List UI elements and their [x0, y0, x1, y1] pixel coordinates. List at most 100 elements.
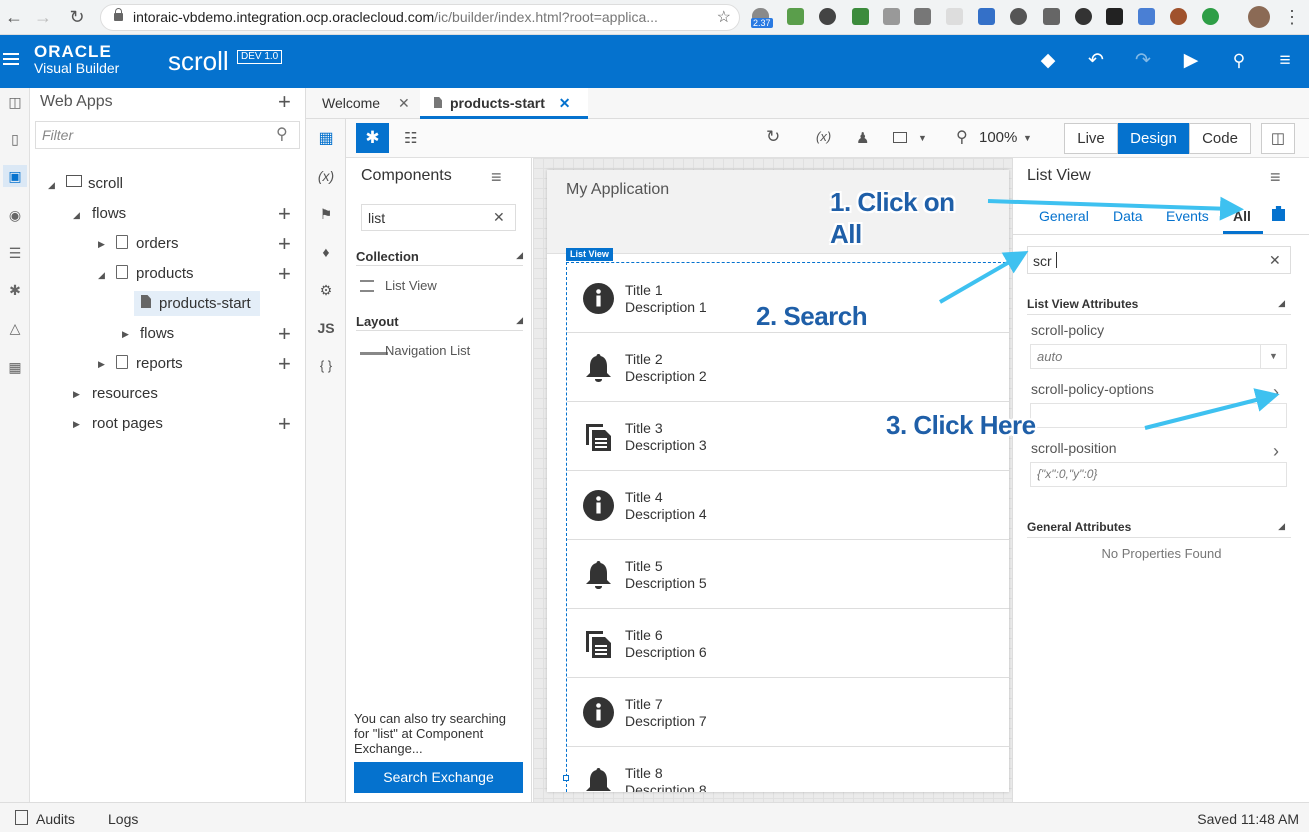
structure-icon[interactable]: ☷ — [404, 129, 417, 147]
tree-item-scroll[interactable]: scroll — [88, 175, 123, 192]
page-designer-icon[interactable]: ▦ — [314, 127, 338, 151]
tree-item-flows[interactable]: flows — [92, 205, 126, 222]
add-web-app-button[interactable]: + — [278, 91, 291, 113]
components-icon[interactable]: ✱ — [3, 279, 27, 301]
extension-icon[interactable] — [1202, 8, 1219, 25]
business-objects-icon[interactable]: ☰ — [3, 242, 27, 264]
collapse-arrow-icon[interactable]: ◢ — [98, 270, 105, 281]
add-page-button[interactable]: + — [278, 263, 291, 285]
extension-icon[interactable] — [819, 8, 836, 25]
extension-icon[interactable] — [946, 8, 963, 25]
clear-search-icon[interactable]: ✕ — [493, 209, 505, 226]
collapse-arrow-icon[interactable]: ◢ — [73, 210, 80, 221]
scroll-policy-select[interactable]: auto ▼ — [1030, 344, 1287, 369]
tab-general[interactable]: General — [1039, 208, 1089, 224]
section-general-attributes[interactable]: General Attributes ◢ — [1027, 518, 1291, 538]
extension-icon[interactable] — [1170, 8, 1187, 25]
expand-arrow-icon[interactable]: ▶ — [73, 419, 80, 430]
components-search-input[interactable]: list ✕ — [361, 204, 516, 231]
palette-menu-icon[interactable]: ≡ — [491, 167, 502, 188]
tree-item-sub-flows[interactable]: flows — [140, 325, 174, 342]
tree-item-root-pages[interactable]: root pages — [92, 415, 163, 432]
logs-tab[interactable]: Logs — [108, 811, 138, 827]
clear-search-icon[interactable]: ✕ — [1269, 252, 1281, 269]
tree-item-orders[interactable]: orders — [136, 235, 179, 252]
search-exchange-button[interactable]: Search Exchange — [354, 762, 523, 793]
extension-icon[interactable] — [1106, 8, 1123, 25]
reload-icon[interactable]: ↻ — [66, 6, 88, 28]
expand-arrow-icon[interactable]: ▶ — [98, 359, 105, 370]
add-flow-button[interactable]: + — [278, 323, 291, 345]
extension-icon[interactable] — [914, 8, 931, 25]
variables-toggle-icon[interactable]: (x) — [816, 129, 831, 144]
profile-avatar[interactable] — [1248, 6, 1270, 28]
undo-icon[interactable]: ↶ — [1084, 49, 1108, 73]
component-list-view[interactable]: List View — [360, 278, 520, 298]
tree-item-products-start[interactable]: products-start — [159, 295, 251, 312]
expand-arrow-icon[interactable]: ▶ — [98, 239, 105, 250]
javascript-icon[interactable]: JS — [314, 316, 338, 340]
source-view-icon[interactable]: ▦ — [3, 356, 27, 378]
chevron-right-icon[interactable]: › — [1273, 442, 1279, 460]
list-item[interactable]: Title 5 Description 5 — [567, 540, 1009, 609]
browser-menu-icon[interactable]: ⋮ — [1281, 6, 1303, 28]
chevron-down-icon[interactable]: ▼ — [918, 133, 927, 143]
component-navigation-list[interactable]: ▬▬▬ Navigation List — [360, 343, 525, 363]
mobile-apps-icon[interactable]: ▯ — [3, 128, 27, 150]
tab-products-start[interactable]: products-start ✕ — [420, 88, 588, 119]
list-item[interactable]: Title 7 Description 7 — [567, 678, 1009, 747]
scroll-position-field[interactable]: {"x":0,"y":0} — [1030, 462, 1287, 487]
close-icon[interactable]: ✕ — [398, 95, 410, 111]
run-icon[interactable]: ▶ — [1179, 49, 1203, 73]
components-palette-icon[interactable]: ✱ — [356, 123, 389, 153]
extension-icon[interactable]: 2.37 — [751, 8, 773, 28]
list-item[interactable]: Title 2 Description 2 — [567, 333, 1009, 402]
section-collection[interactable]: Collection ◢ — [356, 248, 523, 266]
tree-item-resources[interactable]: resources — [92, 385, 158, 402]
properties-menu-icon[interactable]: ≡ — [1270, 167, 1281, 188]
web-apps-icon[interactable]: ▣ — [3, 165, 27, 187]
list-item[interactable]: Title 6 Description 6 — [567, 609, 1009, 678]
processes-icon[interactable]: △ — [3, 317, 27, 339]
back-icon[interactable]: ← — [3, 6, 25, 28]
redo-icon[interactable]: ↷ — [1131, 49, 1155, 73]
refresh-icon[interactable]: ↻ — [766, 127, 780, 147]
tab-welcome[interactable]: Welcome ✕ — [322, 88, 410, 119]
forward-icon[interactable]: → — [32, 6, 54, 28]
device-size-icon[interactable] — [893, 132, 907, 143]
scroll-policy-options-field[interactable] — [1030, 403, 1287, 428]
user-role-icon[interactable]: ♟ — [856, 129, 869, 147]
flag-icon[interactable]: ⚑ — [314, 202, 338, 226]
settings-icon[interactable]: ⚙ — [314, 278, 338, 302]
theme-icon[interactable] — [1272, 206, 1285, 221]
address-bar[interactable]: intoraic-vbdemo.integration.ocp.oraclecl… — [100, 4, 740, 31]
hamburger-menu-icon[interactable] — [3, 53, 19, 55]
add-root-page-button[interactable]: + — [278, 413, 291, 435]
tab-events[interactable]: Events — [1166, 208, 1209, 224]
zoom-level[interactable]: 100% — [979, 129, 1017, 146]
collapse-panel-icon[interactable]: ◫ — [3, 91, 27, 113]
add-page-button[interactable]: + — [278, 233, 291, 255]
section-layout[interactable]: Layout ◢ — [356, 313, 523, 331]
add-flow-button[interactable]: + — [278, 203, 291, 225]
json-icon[interactable]: { } — [314, 354, 338, 378]
extension-icon[interactable] — [787, 8, 804, 25]
code-button[interactable]: Code — [1189, 123, 1251, 154]
tab-all[interactable]: All — [1233, 208, 1251, 224]
list-item[interactable]: Title 8 Description 8 — [567, 747, 1009, 792]
extension-icon[interactable] — [883, 8, 900, 25]
bell-icon[interactable]: ♦ — [314, 240, 338, 264]
expand-arrow-icon[interactable]: ▶ — [73, 389, 80, 400]
extension-icon[interactable] — [978, 8, 995, 25]
tree-item-reports[interactable]: reports — [136, 355, 183, 372]
tab-data[interactable]: Data — [1113, 208, 1143, 224]
services-icon[interactable]: ◉ — [3, 204, 27, 226]
menu-icon[interactable]: ≡ — [1273, 49, 1297, 73]
extension-icon[interactable] — [1043, 8, 1060, 25]
add-page-button[interactable]: + — [278, 353, 291, 375]
design-button[interactable]: Design — [1118, 123, 1189, 154]
close-icon[interactable]: ✕ — [559, 95, 571, 111]
chevron-down-icon[interactable]: ▼ — [1023, 133, 1032, 143]
toggle-properties-icon[interactable]: ◫ — [1261, 123, 1295, 154]
collapse-arrow-icon[interactable]: ◢ — [48, 180, 55, 191]
